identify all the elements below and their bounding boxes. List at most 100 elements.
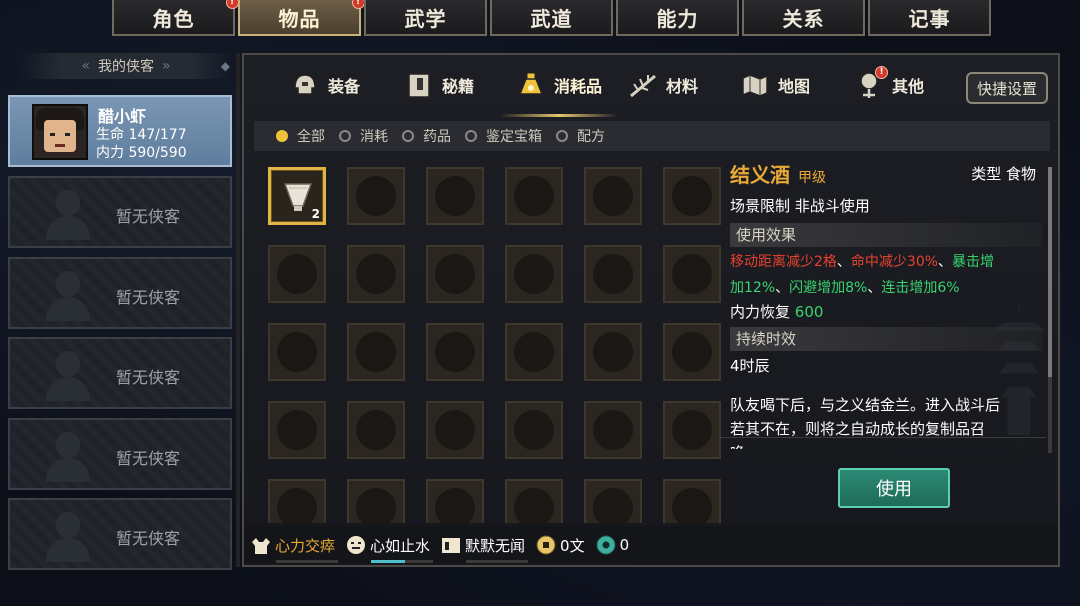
silhouette-icon — [46, 432, 90, 482]
filter-recipe[interactable]: 配方 — [556, 126, 605, 146]
mp-restore: 内力恢复 600 — [730, 303, 824, 321]
status-calm[interactable]: 心如止水 — [345, 534, 434, 563]
radio-icon — [556, 130, 568, 142]
tab-martial-arts[interactable]: 武学 — [364, 0, 487, 36]
subtab-consumables[interactable]: 消耗品 — [499, 65, 619, 117]
radio-icon — [276, 130, 288, 142]
silhouette-icon — [46, 190, 90, 240]
inventory-slot[interactable] — [268, 323, 326, 381]
face-icon — [345, 534, 367, 556]
subtab-maps-label: 地图 — [778, 77, 811, 96]
jade-icon — [595, 534, 617, 556]
item-description: 队友喝下后，与之义结金兰。进入战斗后 若其不在，则将之自动成长的复制品召 唤 — [730, 396, 1001, 449]
inventory-slot[interactable] — [505, 167, 563, 225]
hero-hp: 生命 147/177 — [96, 127, 187, 143]
inventory-slot[interactable] — [268, 401, 326, 459]
status-unknown[interactable]: 默默无闻 — [440, 534, 529, 563]
empty-hero-slot[interactable]: 暂无侠客 — [8, 418, 232, 490]
top-tab-bar: 角色 ! 物品 ! 武学 武道 能力 关系 记事 — [112, 0, 994, 38]
tab-abilities[interactable]: 能力 — [616, 0, 739, 36]
tab-martial-arts-label: 武学 — [404, 6, 447, 31]
inventory-slot[interactable] — [505, 323, 563, 381]
inventory-slot[interactable] — [347, 323, 405, 381]
empty-hero-slot[interactable]: 暂无侠客 — [8, 337, 232, 409]
inventory-slot[interactable] — [505, 479, 563, 523]
inventory-slot[interactable] — [268, 479, 326, 523]
inventory-slot[interactable] — [663, 167, 721, 225]
coin-icon — [535, 534, 557, 556]
subtab-consumables-label: 消耗品 — [554, 77, 603, 96]
inventory-slot-selected[interactable]: 2 — [268, 167, 326, 225]
inventory-slot[interactable] — [663, 323, 721, 381]
hero-card[interactable]: 醋小虾 生命 147/177 内力 590/590 — [8, 95, 232, 167]
inventory-slot[interactable] — [426, 245, 484, 303]
alert-badge-icon: ! — [875, 66, 888, 79]
filter-treasure-chest[interactable]: 鉴定宝箱 — [465, 126, 542, 146]
empty-hero-slot[interactable]: 暂无侠客 — [8, 176, 232, 248]
subtab-others[interactable]: ! 其他 — [854, 65, 924, 105]
inventory-slot[interactable] — [584, 245, 642, 303]
inventory-slot[interactable] — [584, 479, 642, 523]
party-header: « 我的侠客 » ◆ — [20, 53, 232, 79]
silhouette-icon — [46, 512, 90, 562]
item-grade: 甲级 — [798, 170, 826, 186]
silhouette-icon — [46, 351, 90, 401]
hero-mp: 内力 590/590 — [96, 145, 187, 161]
subtab-maps[interactable]: 地图 — [740, 65, 810, 105]
status-exhausted[interactable]: 心力交瘁 — [250, 534, 338, 563]
tab-character[interactable]: 角色 ! — [112, 0, 239, 36]
inventory-slot[interactable] — [663, 401, 721, 459]
wine-cup-icon — [283, 180, 313, 216]
potion-icon — [516, 70, 546, 100]
inventory-slot[interactable] — [663, 479, 721, 523]
inventory-slot[interactable] — [663, 245, 721, 303]
detail-scrollbar[interactable] — [1048, 167, 1052, 453]
party-header-label: 我的侠客 — [98, 59, 154, 75]
inventory-slot[interactable] — [584, 323, 642, 381]
inventory-panel: 装备 秘籍 消耗品 材料 地图 ! 其他 快捷设置 全部 消耗 药品 鉴定宝箱 … — [242, 53, 1060, 567]
inventory-slot[interactable] — [584, 401, 642, 459]
inventory-slot[interactable] — [347, 167, 405, 225]
tab-journal-label: 记事 — [908, 6, 951, 31]
use-button[interactable]: 使用 — [838, 468, 950, 508]
inventory-slot[interactable] — [505, 401, 563, 459]
inventory-slot[interactable] — [347, 479, 405, 523]
inventory-slot[interactable] — [347, 401, 405, 459]
tab-character-label: 角色 — [152, 6, 195, 31]
item-name: 结义酒 — [730, 163, 790, 187]
herb-icon — [628, 70, 658, 100]
inventory-slot[interactable] — [426, 323, 484, 381]
empty-hero-slot[interactable]: 暂无侠客 — [8, 498, 232, 570]
misc-icon: ! — [854, 66, 888, 100]
sub-tab-bar: 装备 秘籍 消耗品 材料 地图 ! 其他 快捷设置 — [244, 55, 1058, 117]
tab-martial-way-label: 武道 — [530, 6, 573, 31]
frame-edge — [236, 53, 240, 567]
effect-text: 移动距离减少2格、命中减少30%、暴击增 加12%、闪避增加8%、连击增加6% — [730, 254, 995, 296]
tab-martial-way[interactable]: 武道 — [490, 0, 613, 36]
empty-hero-slot[interactable]: 暂无侠客 — [8, 257, 232, 329]
tab-relations[interactable]: 关系 — [742, 0, 865, 36]
quick-settings-button[interactable]: 快捷设置 — [966, 72, 1048, 104]
inventory-slot[interactable] — [584, 167, 642, 225]
tab-relations-label: 关系 — [782, 6, 825, 31]
filter-consume[interactable]: 消耗 — [339, 126, 388, 146]
arrow-right-icon[interactable]: ◆ — [221, 59, 230, 73]
scroll-icon — [440, 534, 462, 556]
radio-icon — [402, 130, 414, 142]
filter-all[interactable]: 全部 — [276, 126, 325, 146]
filter-medicine[interactable]: 药品 — [402, 126, 451, 146]
map-icon — [740, 70, 770, 100]
tab-items[interactable]: 物品 ! — [238, 0, 365, 36]
inventory-slot[interactable] — [505, 245, 563, 303]
empty-slot-label: 暂无侠客 — [116, 207, 181, 226]
inventory-slot[interactable] — [426, 401, 484, 459]
inventory-slot[interactable] — [426, 479, 484, 523]
empty-slot-label: 暂无侠客 — [116, 368, 181, 387]
subtab-equipment[interactable]: 装备 — [290, 65, 360, 105]
tab-journal[interactable]: 记事 — [868, 0, 991, 36]
inventory-slot[interactable] — [426, 167, 484, 225]
subtab-manuals[interactable]: 秘籍 — [404, 65, 474, 105]
subtab-materials[interactable]: 材料 — [628, 65, 698, 105]
inventory-slot[interactable] — [347, 245, 405, 303]
inventory-slot[interactable] — [268, 245, 326, 303]
